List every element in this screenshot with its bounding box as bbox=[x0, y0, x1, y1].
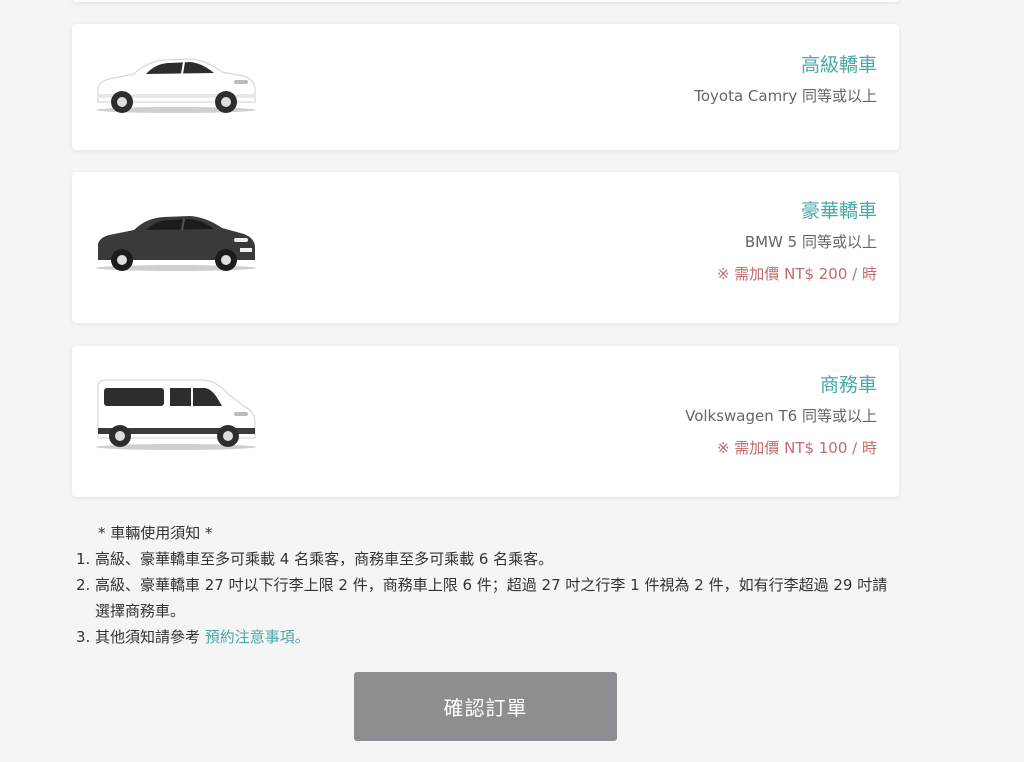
sedan-white-icon bbox=[96, 58, 256, 113]
notice-item: 1. 高級、豪華轎車至多可乘載 4 名乘客，商務車至多可乘載 6 名乘客。 bbox=[76, 546, 896, 572]
notice-item: 2. 高級、豪華轎車 27 吋以下行李上限 2 件，商務車上限 6 件；超過 2… bbox=[76, 572, 896, 624]
usage-notice: * 車輛使用須知 * 1. 高級、豪華轎車至多可乘載 4 名乘客，商務車至多可乘… bbox=[76, 520, 896, 650]
vehicle-surcharge: ※ 需加價 NT$ 100 / 時 bbox=[716, 439, 877, 457]
page: 高級轎車 Toyota Camry 同等或以上 豪華轎車 BMW 5 同等或以上… bbox=[0, 0, 1024, 762]
vehicle-name: 高級轎車 bbox=[800, 54, 877, 76]
vehicle-model: Volkswagen T6 同等或以上 bbox=[685, 407, 877, 425]
vehicle-name: 豪華轎車 bbox=[800, 200, 877, 222]
vehicle-info: 豪華轎車 BMW 5 同等或以上 ※ 需加價 NT$ 200 / 時 bbox=[717, 198, 877, 284]
vehicle-name: 商務車 bbox=[819, 374, 877, 396]
van-white-icon bbox=[96, 379, 256, 450]
notice-item-text: 高級、豪華轎車 27 吋以下行李上限 2 件，商務車上限 6 件；超過 27 吋… bbox=[95, 576, 888, 620]
notice-item-number: 3. bbox=[76, 628, 91, 646]
notice-item-text-wrap: 其他須知請參考 預約注意事項。 bbox=[95, 624, 896, 650]
notice-item-text: 高級、豪華轎車至多可乘載 4 名乘客，商務車至多可乘載 6 名乘客。 bbox=[95, 550, 554, 568]
vehicle-model: Toyota Camry 同等或以上 bbox=[694, 87, 877, 105]
vehicle-card-premium-sedan[interactable]: 高級轎車 Toyota Camry 同等或以上 bbox=[72, 24, 899, 150]
vehicle-card-luxury-sedan[interactable]: 豪華轎車 BMW 5 同等或以上 ※ 需加價 NT$ 200 / 時 bbox=[72, 172, 899, 323]
vehicle-card-business-van[interactable]: 商務車 Volkswagen T6 同等或以上 ※ 需加價 NT$ 100 / … bbox=[72, 346, 899, 497]
booking-notes-link[interactable]: 預約注意事項。 bbox=[205, 628, 310, 646]
sedan-black-icon bbox=[96, 216, 256, 271]
notice-item-number: 2. bbox=[76, 576, 91, 594]
notice-title: * 車輛使用須知 * bbox=[98, 524, 213, 542]
vehicle-surcharge: ※ 需加價 NT$ 200 / 時 bbox=[716, 265, 877, 283]
notice-item-number: 1. bbox=[76, 550, 91, 568]
vehicle-info: 商務車 Volkswagen T6 同等或以上 ※ 需加價 NT$ 100 / … bbox=[685, 372, 877, 458]
vehicle-info: 高級轎車 Toyota Camry 同等或以上 bbox=[694, 52, 877, 118]
vehicle-model: BMW 5 同等或以上 bbox=[744, 233, 877, 251]
confirm-order-button[interactable]: 確認訂單 bbox=[354, 672, 617, 741]
notice-item-text: 其他須知請參考 bbox=[95, 628, 205, 646]
vehicle-card-partial[interactable] bbox=[72, 0, 899, 2]
notice-item: 3. 其他須知請參考 預約注意事項。 bbox=[76, 624, 896, 650]
